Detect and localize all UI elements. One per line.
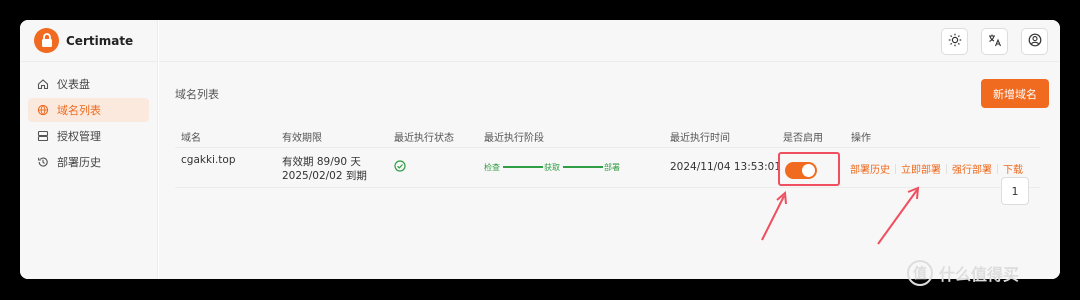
stage-progress: 检查 获取 部署	[484, 161, 622, 173]
divider	[997, 163, 998, 174]
sidebar-item-access[interactable]: 授权管理	[28, 124, 149, 148]
stage-obtain: 获取	[544, 163, 560, 172]
sidebar-item-history[interactable]: 部署历史	[28, 150, 149, 174]
add-domain-button[interactable]: 新增域名	[981, 79, 1049, 108]
theme-toggle-button[interactable]	[941, 28, 968, 55]
stage-check: 检查	[484, 163, 500, 172]
header-validity: 有效期限	[282, 133, 322, 144]
server-icon	[36, 130, 49, 143]
download-link[interactable]: 下载	[1003, 161, 1023, 176]
header-actions: 操作	[851, 133, 871, 144]
header-last-status: 最近执行状态	[394, 133, 454, 144]
sidebar: Certimate 仪表盘 域名列表 授权管理 部署历史	[20, 20, 158, 279]
sidebar-item-dashboard[interactable]: 仪表盘	[28, 72, 149, 96]
watermark-logo-icon: 值	[907, 260, 933, 286]
enabled-toggle[interactable]	[785, 162, 817, 179]
translate-icon	[988, 32, 1002, 51]
check-circle-icon	[394, 160, 406, 175]
sidebar-item-label: 部署历史	[57, 156, 101, 169]
page-title: 域名列表	[175, 88, 219, 101]
stage-connector	[503, 166, 543, 168]
table-row: cgakki.top 有效期 89/90 天 2025/02/02 到期 检查 …	[175, 148, 1040, 188]
last-time-cell: 2024/11/04 13:53:01	[670, 161, 782, 173]
deploy-now-link[interactable]: 立即部署	[901, 161, 941, 176]
header-domain: 域名	[181, 133, 201, 144]
main-area: 域名列表 新增域名 域名 有效期限 最近执行状态 最近执行阶段 最近执行时间 是…	[159, 20, 1060, 279]
content: 域名列表 新增域名 域名 有效期限 最近执行状态 最近执行阶段 最近执行时间 是…	[159, 62, 1060, 279]
toggle-knob	[802, 164, 815, 177]
domain-cell: cgakki.top	[181, 154, 236, 166]
validity-days: 有效期 89/90 天	[282, 156, 361, 168]
force-deploy-link[interactable]: 强行部署	[952, 161, 992, 176]
table-header: 域名 有效期限 最近执行状态 最近执行阶段 最近执行时间 是否启用 操作	[175, 124, 1040, 148]
app-name: Certimate	[66, 33, 134, 48]
language-button[interactable]	[981, 28, 1008, 55]
deploy-history-link[interactable]: 部署历史	[850, 161, 890, 176]
stage-connector	[563, 166, 603, 168]
sun-icon	[948, 32, 962, 51]
user-circle-icon	[1028, 32, 1042, 51]
lock-icon	[34, 28, 59, 53]
header-enabled: 是否启用	[783, 133, 823, 144]
sidebar-item-label: 授权管理	[57, 130, 101, 143]
app-brand[interactable]: Certimate	[20, 20, 157, 62]
sidebar-item-label: 域名列表	[57, 104, 101, 117]
site-watermark: 值 什么值得买	[907, 258, 1019, 288]
highlight-box	[778, 152, 840, 186]
globe-icon	[36, 104, 49, 117]
watermark-text: 什么值得买	[939, 265, 1020, 284]
history-icon	[36, 156, 49, 169]
stage-deploy: 部署	[604, 163, 620, 172]
pagination-page-button[interactable]: 1	[1001, 177, 1029, 205]
home-icon	[36, 78, 49, 91]
row-actions: 部署历史 立即部署 强行部署 下载	[850, 161, 1023, 176]
validity-expiry: 2025/02/02 到期	[282, 170, 367, 182]
sidebar-item-domains[interactable]: 域名列表	[28, 98, 149, 122]
header-last-time: 最近执行时间	[670, 133, 730, 144]
app-window: Certimate 仪表盘 域名列表 授权管理 部署历史 域名列表 新增域名 域…	[20, 20, 1060, 279]
account-button[interactable]	[1021, 28, 1048, 55]
divider	[946, 163, 947, 174]
header-last-stage: 最近执行阶段	[484, 133, 544, 144]
divider	[895, 163, 896, 174]
sidebar-nav: 仪表盘 域名列表 授权管理 部署历史	[20, 62, 157, 174]
domain-table: 域名 有效期限 最近执行状态 最近执行阶段 最近执行时间 是否启用 操作 cga…	[175, 124, 1040, 188]
sidebar-item-label: 仪表盘	[57, 78, 90, 91]
top-bar	[159, 20, 1060, 62]
